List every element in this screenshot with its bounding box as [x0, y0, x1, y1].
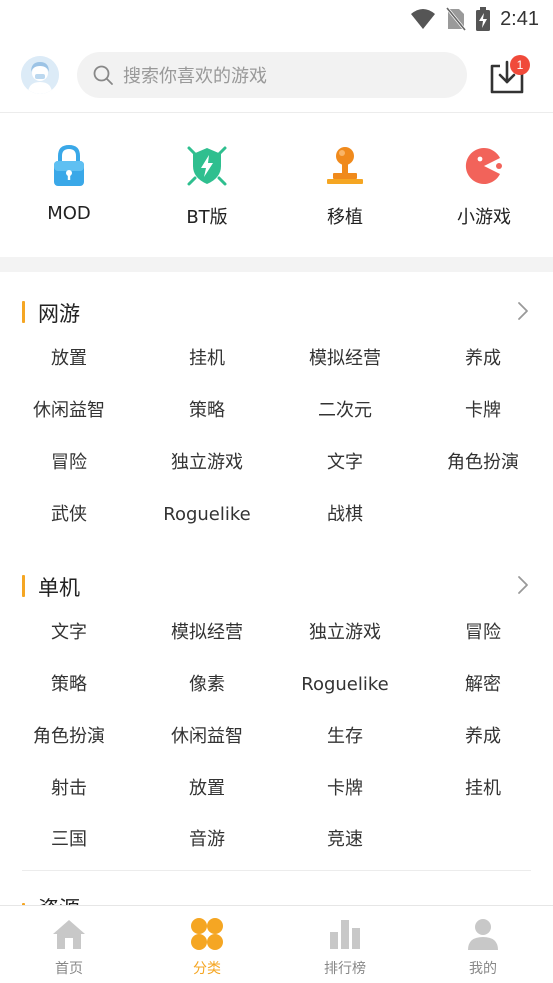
- download-badge: 1: [510, 55, 530, 75]
- quick-label: BT版: [186, 207, 228, 228]
- tag-item[interactable]: 策略: [0, 672, 138, 698]
- bottom-navigation: 首页 分类 排行榜 我的: [0, 905, 553, 983]
- tag-item[interactable]: 卡牌: [276, 776, 414, 802]
- tag-item[interactable]: 冒险: [414, 620, 552, 646]
- search-icon: [91, 63, 115, 87]
- nav-home[interactable]: 首页: [0, 914, 138, 978]
- section-spacer: [0, 257, 553, 272]
- pacman-icon: [461, 143, 507, 189]
- section-accent-bar: [22, 575, 25, 597]
- nav-label: 排行榜: [324, 961, 366, 977]
- section-online-header[interactable]: 网游: [0, 291, 553, 331]
- tag-item[interactable]: 休闲益智: [0, 398, 138, 424]
- tag-item[interactable]: 独立游戏: [138, 450, 276, 476]
- clock-time: 2:41: [500, 7, 539, 30]
- section-resource-header[interactable]: 资源: [0, 893, 553, 905]
- quick-item-bt[interactable]: BT版: [147, 143, 267, 229]
- home-icon: [49, 914, 89, 954]
- tag-item[interactable]: 养成: [414, 724, 552, 750]
- tag-item[interactable]: 像素: [138, 672, 276, 698]
- quick-item-port[interactable]: 移植: [285, 143, 405, 229]
- tag-item[interactable]: 放置: [0, 346, 138, 372]
- top-header: 搜索你喜欢的游戏: [0, 48, 553, 104]
- tag-item[interactable]: 文字: [0, 620, 138, 646]
- profile-icon: [463, 914, 503, 954]
- ranking-icon: [325, 914, 365, 954]
- lock-icon: [46, 143, 92, 189]
- tag-item[interactable]: 独立游戏: [276, 620, 414, 646]
- section-single-header[interactable]: 单机: [0, 565, 553, 605]
- tag-item[interactable]: 解密: [414, 672, 552, 698]
- tag-item[interactable]: 二次元: [276, 398, 414, 424]
- tag-item[interactable]: 挂机: [138, 346, 276, 372]
- tag-item[interactable]: 音游: [138, 827, 276, 853]
- section-title: 资源: [38, 893, 80, 905]
- status-bar: 2:41: [0, 0, 553, 38]
- tag-item[interactable]: Roguelike: [138, 502, 276, 528]
- quick-categories: MOD BT版 移植 小游戏: [0, 113, 553, 257]
- quick-label: 小游戏: [457, 207, 511, 228]
- tag-item[interactable]: 战棋: [276, 502, 414, 528]
- tag-item[interactable]: 挂机: [414, 776, 552, 802]
- tag-item[interactable]: Roguelike: [276, 672, 414, 698]
- no-sim-icon: [446, 7, 467, 31]
- tag-item[interactable]: 模拟经营: [276, 346, 414, 372]
- tag-item[interactable]: 休闲益智: [138, 724, 276, 750]
- section-accent-bar: [22, 301, 25, 323]
- tag-item[interactable]: 文字: [276, 450, 414, 476]
- tag-item[interactable]: 冒险: [0, 450, 138, 476]
- nav-category[interactable]: 分类: [138, 914, 276, 978]
- section-title: 网游: [38, 302, 80, 326]
- chevron-right-icon[interactable]: [516, 575, 530, 595]
- section-divider: [22, 870, 531, 871]
- search-bar[interactable]: 搜索你喜欢的游戏: [77, 52, 467, 98]
- tag-item[interactable]: 生存: [276, 724, 414, 750]
- user-avatar-icon: [21, 56, 59, 94]
- tag-item[interactable]: 放置: [138, 776, 276, 802]
- tag-item[interactable]: 武侠: [0, 502, 138, 528]
- nav-label: 分类: [193, 961, 221, 977]
- joystick-icon: [322, 143, 368, 189]
- tag-item[interactable]: 卡牌: [414, 398, 552, 424]
- tag-item[interactable]: 策略: [138, 398, 276, 424]
- nav-ranking[interactable]: 排行榜: [276, 914, 414, 978]
- battery-charging-icon: [476, 7, 491, 31]
- tag-item[interactable]: 角色扮演: [0, 724, 138, 750]
- category-icon: [187, 914, 227, 954]
- tag-item[interactable]: 模拟经营: [138, 620, 276, 646]
- quick-item-mod[interactable]: MOD: [9, 143, 129, 224]
- nav-label: 首页: [55, 961, 83, 977]
- quick-label: MOD: [47, 203, 91, 224]
- avatar[interactable]: [21, 56, 59, 94]
- chevron-right-icon[interactable]: [516, 301, 530, 321]
- tag-item[interactable]: 三国: [0, 827, 138, 853]
- tag-item[interactable]: 射击: [0, 776, 138, 802]
- tag-item[interactable]: 竞速: [276, 827, 414, 853]
- quick-label: 移植: [327, 207, 363, 228]
- section-title: 单机: [38, 576, 80, 600]
- bt-shield-icon: [184, 143, 230, 189]
- search-placeholder: 搜索你喜欢的游戏: [123, 66, 267, 87]
- quick-item-minigame[interactable]: 小游戏: [424, 143, 544, 229]
- tag-item[interactable]: 角色扮演: [414, 450, 552, 476]
- wifi-icon: [411, 9, 436, 29]
- nav-profile[interactable]: 我的: [414, 914, 552, 978]
- nav-label: 我的: [469, 961, 497, 977]
- tag-item[interactable]: 养成: [414, 346, 552, 372]
